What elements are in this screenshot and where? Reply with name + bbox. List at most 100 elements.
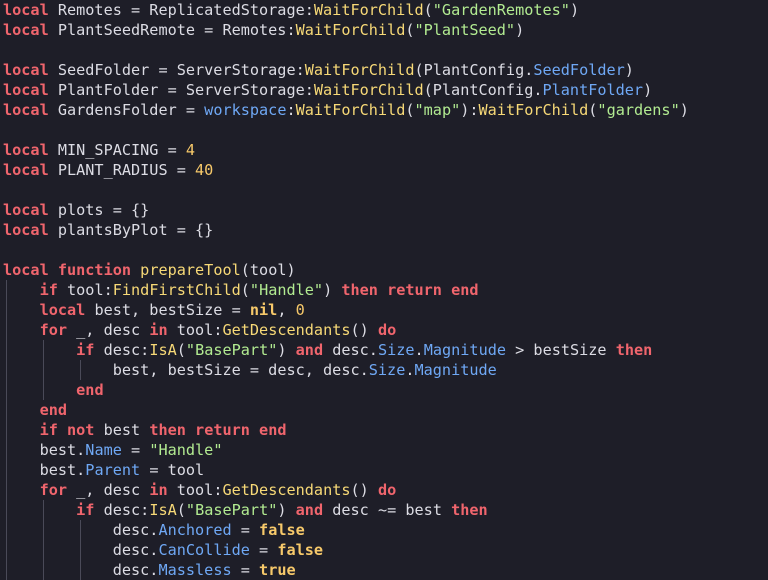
code-line: if desc:IsA("BasePart") and desc ~= best… [0, 500, 768, 520]
code-line: local best, bestSize = nil, 0 [0, 300, 768, 320]
indent-guide [6, 480, 7, 500]
code-token: best, bestSize = [85, 301, 250, 319]
code-line: if tool:FindFirstChild("Handle") then re… [0, 280, 768, 300]
code-token: desc: [94, 501, 150, 519]
code-token: best. [39, 461, 86, 479]
code-token: _, desc [67, 481, 150, 499]
code-token: "GardenRemotes" [432, 1, 570, 19]
indent-guide [43, 560, 44, 580]
code-token: PLANT_RADIUS = [48, 161, 196, 179]
code-line: local SeedFolder = ServerStorage:WaitFor… [0, 60, 768, 80]
code-token: prepareTool [140, 261, 241, 279]
code-token: desc. [112, 561, 159, 579]
code-token: FindFirstChild [112, 281, 241, 299]
code-token: for [39, 481, 68, 499]
code-token: . [405, 361, 415, 379]
code-line: local plots = {} [0, 200, 768, 220]
code-line: for _, desc in tool:GetDescendants() do [0, 480, 768, 500]
code-token: WaitForChild [313, 81, 424, 99]
code-line: for _, desc in tool:GetDescendants() do [0, 320, 768, 340]
code-token: = [231, 521, 260, 539]
code-token: ( [405, 21, 415, 39]
code-token: local [3, 1, 49, 19]
code-token: desc. [112, 521, 159, 539]
code-line: desc.Massless = true [0, 560, 768, 580]
code-line: best, bestSize = desc, desc.Size.Magnitu… [0, 360, 768, 380]
code-token: best, bestSize = desc, desc. [112, 361, 369, 379]
code-token: end [76, 381, 104, 399]
code-token: ( [176, 341, 186, 359]
code-token: best [94, 421, 150, 439]
code-token: end [39, 401, 68, 419]
code-token: local [3, 141, 49, 159]
code-token: best. [39, 441, 86, 459]
code-token: GetDescendants [222, 321, 351, 339]
code-line: end [0, 380, 768, 400]
code-token: GetDescendants [222, 481, 351, 499]
code-token: local [3, 221, 49, 239]
code-token: IsA [149, 501, 177, 519]
indent-guide [6, 460, 7, 480]
code-token: then [615, 341, 653, 359]
code-token: do [377, 321, 397, 339]
code-token: Anchored [158, 521, 232, 539]
code-token: SeedFolder [533, 61, 625, 79]
code-token: in [149, 481, 168, 499]
code-token: true [259, 561, 296, 579]
code-token: 4 [185, 141, 196, 159]
code-line: local PlantFolder = ServerStorage:WaitFo… [0, 80, 768, 100]
code-editor[interactable]: local Remotes = ReplicatedStorage: WaitFo… [0, 0, 768, 580]
code-token: local [3, 61, 49, 79]
code-token: tool: [57, 281, 113, 299]
indent-guide [43, 500, 44, 520]
indent-guide [80, 540, 81, 560]
code-token: do [377, 481, 397, 499]
code-token: ) [515, 21, 525, 39]
indent-guide [43, 540, 44, 560]
code-token: Size [377, 341, 415, 359]
code-token: Parent [85, 461, 141, 479]
code-line: local Remotes = ReplicatedStorage:WaitFo… [0, 0, 768, 20]
code-token: local [3, 201, 49, 219]
code-line: best.Parent = tool [0, 460, 768, 480]
code-token: false [277, 541, 324, 559]
code-token: (PlantConfig. [414, 61, 534, 79]
indent-guide [43, 340, 44, 360]
code-token: Magnitude [423, 341, 506, 359]
indent-guide [6, 520, 7, 540]
code-token: local [3, 21, 49, 39]
code-line: end [0, 400, 768, 420]
code-token: false [259, 521, 305, 539]
code-token: ( [176, 501, 186, 519]
indent-guide [80, 560, 81, 580]
code-token: nil [249, 301, 278, 319]
code-token: 0 [295, 301, 305, 319]
code-token: if [39, 281, 58, 299]
code-token: local [3, 101, 49, 119]
code-token: desc. [112, 541, 159, 559]
code-token: ) [277, 501, 296, 519]
code-line: local MIN_SPACING = 4 [0, 140, 768, 160]
code-token: (tool) [240, 261, 296, 279]
code-token: "map" [414, 101, 461, 119]
code-token: Remotes = ReplicatedStorage: [48, 1, 314, 19]
code-line: local GardensFolder = workspace:WaitForC… [0, 100, 768, 120]
code-token: = tool [140, 461, 205, 479]
code-token: "PlantSeed" [414, 21, 516, 39]
code-token: then return end [341, 281, 479, 299]
code-token: Massless [158, 561, 232, 579]
indent-guide [6, 420, 7, 440]
code-line: if not best then return end [0, 420, 768, 440]
indent-guide [6, 340, 7, 360]
code-token: CanCollide [158, 541, 250, 559]
